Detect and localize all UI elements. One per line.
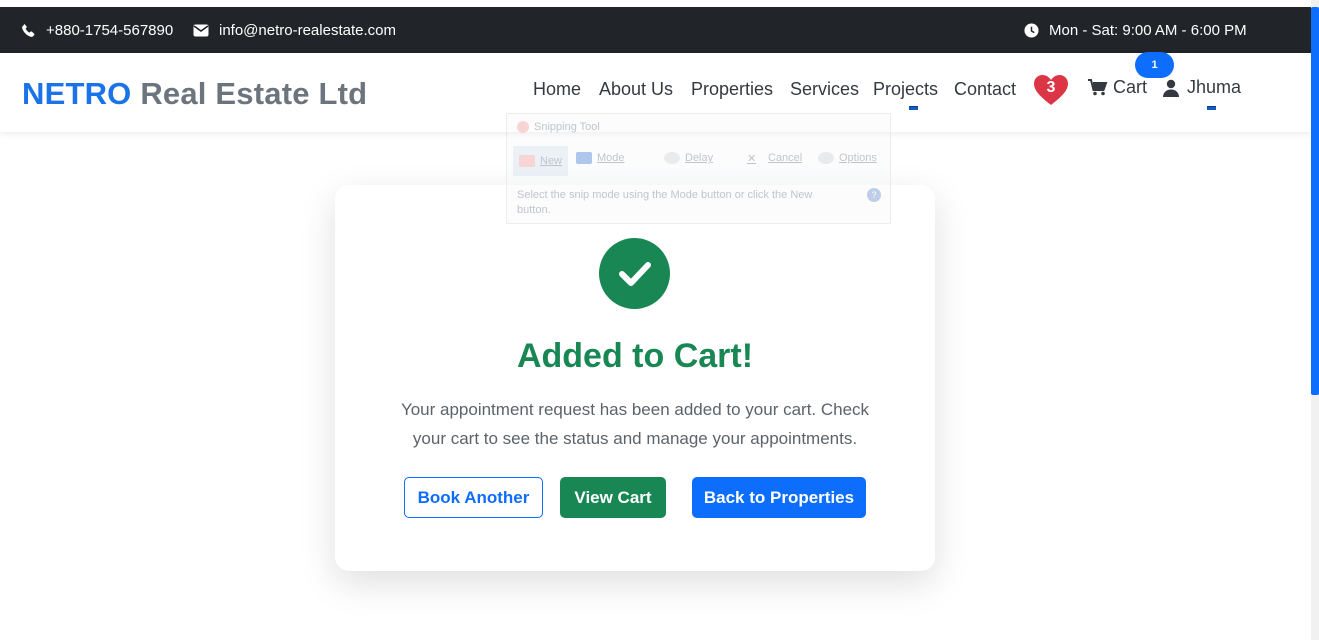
brand-secondary: Real Estate Ltd [140, 76, 368, 111]
clock-icon [1024, 22, 1039, 38]
user-dropdown-caret-icon[interactable] [1207, 106, 1216, 110]
user-name: Jhuma [1187, 77, 1242, 97]
brand-primary: NETRO [22, 76, 132, 111]
scrollbar-thumb[interactable] [1311, 7, 1319, 395]
favorites-count: 3 [1046, 79, 1056, 96]
business-hours: Mon - Sat: 9:00 AM - 6:00 PM [1024, 7, 1247, 53]
snip-new-button[interactable]: New [513, 146, 569, 176]
snip-delay-label: Delay [685, 152, 714, 164]
delay-clock-icon [664, 152, 680, 164]
confirmation-card: Added to Cart! Your appointment request … [335, 185, 935, 571]
scissors-icon [517, 121, 529, 133]
nav-about-us[interactable]: About Us [599, 79, 673, 100]
back-to-properties-button[interactable]: Back to Properties [692, 477, 866, 518]
user-icon [1163, 79, 1179, 97]
favorites-button[interactable]: 3 [1032, 73, 1070, 107]
phone-icon [22, 23, 35, 37]
top-info-bar: +880-1754-567890 info@netro-realestate.c… [0, 7, 1311, 53]
hours-text: Mon - Sat: 9:00 AM - 6:00 PM [1049, 21, 1247, 39]
cart-label: Cart [1113, 77, 1148, 97]
book-another-button[interactable]: Book Another [404, 477, 543, 518]
phone-text: +880-1754-567890 [46, 21, 174, 39]
snipping-tool-title-text: Snipping Tool [534, 121, 600, 133]
cart-count-badge: 1 [1135, 52, 1174, 78]
cart-icon [1088, 79, 1108, 96]
snip-cancel-button[interactable]: ✕ Cancel [747, 152, 803, 165]
view-cart-button[interactable]: View Cart [560, 477, 666, 518]
snip-cancel-label: Cancel [768, 152, 803, 164]
cart-link[interactable]: Cart [1088, 77, 1147, 98]
snip-options-button[interactable]: Options [818, 152, 877, 164]
snipping-tool-hint: Select the snip mode using the Mode butt… [517, 189, 813, 216]
cancel-x-icon: ✕ [747, 153, 757, 165]
nav-contact[interactable]: Contact [954, 79, 1016, 100]
mode-icon [576, 152, 592, 164]
email-text: info@netro-realestate.com [219, 21, 396, 39]
confirmation-message: Your appointment request has been added … [400, 400, 870, 448]
snipping-tool-title: Snipping Tool [517, 121, 600, 133]
snip-mode-label: Mode [597, 152, 625, 164]
nav-projects[interactable]: Projects [873, 79, 938, 100]
nav-properties[interactable]: Properties [691, 79, 773, 100]
confirmation-heading: Added to Cart! [516, 337, 754, 375]
success-check-icon [599, 238, 670, 309]
help-icon[interactable]: ? [867, 188, 881, 202]
snip-options-label: Options [839, 152, 877, 164]
options-gear-icon [818, 152, 834, 164]
phone-contact[interactable]: +880-1754-567890 [21, 7, 173, 53]
new-snip-icon [519, 155, 535, 167]
projects-dropdown-caret-icon[interactable] [909, 106, 918, 110]
brand-logo[interactable]: NETRO Real Estate Ltd [22, 76, 367, 112]
email-contact[interactable]: info@netro-realestate.com [193, 7, 396, 53]
nav-home[interactable]: Home [533, 79, 581, 100]
snip-new-label: New [540, 155, 563, 167]
snip-mode-button[interactable]: Mode [576, 152, 625, 164]
envelope-icon [193, 24, 209, 36]
snip-delay-button[interactable]: Delay [664, 152, 713, 164]
nav-services[interactable]: Services [790, 79, 859, 100]
user-menu[interactable]: Jhuma [1163, 77, 1241, 98]
snipping-toolbar: New Mode Delay ✕ Cancel Options [507, 146, 892, 176]
snipping-tool-window: Snipping Tool New Mode Delay ✕ Cancel Op… [506, 113, 891, 224]
